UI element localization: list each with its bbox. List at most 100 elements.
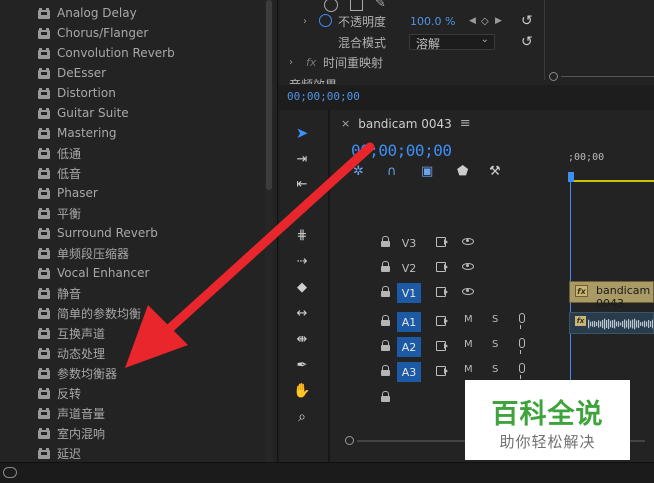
- effect-item[interactable]: Surround Reverb: [0, 223, 264, 243]
- blend-mode-select[interactable]: 溶解 ⌄: [409, 34, 495, 51]
- track-name[interactable]: V2: [397, 258, 421, 278]
- toggle-sync-icon[interactable]: [436, 340, 448, 351]
- stopwatch-icon[interactable]: [319, 14, 332, 27]
- toggle-sync-icon[interactable]: [436, 286, 448, 297]
- effect-item[interactable]: 简单的参数均衡: [0, 303, 264, 323]
- linked-selection-icon[interactable]: ▣: [421, 164, 433, 179]
- playhead-handle[interactable]: [568, 172, 574, 182]
- add-marker-icon[interactable]: ⬟: [457, 164, 468, 179]
- mute-button[interactable]: M: [464, 314, 473, 325]
- snap-magnet-icon[interactable]: ∩: [387, 164, 397, 179]
- ec-scroll-handle[interactable]: [549, 72, 558, 81]
- reset-icon[interactable]: ↺: [521, 13, 533, 29]
- eye-icon[interactable]: [462, 288, 474, 295]
- rectangle-mask-icon[interactable]: [350, 0, 363, 11]
- eye-icon[interactable]: [462, 238, 474, 245]
- effects-scrollbar[interactable]: [265, 0, 273, 462]
- work-area-bar[interactable]: [568, 180, 654, 182]
- track-name[interactable]: A2: [397, 337, 421, 357]
- next-keyframe-icon[interactable]: ▶: [495, 16, 502, 26]
- timeline-timecode[interactable]: 00;00;00;00: [351, 141, 452, 160]
- microphone-icon[interactable]: [519, 338, 525, 354]
- track-select-tool-icon[interactable]: ⇥: [292, 149, 312, 169]
- effect-item[interactable]: Phaser: [0, 183, 264, 203]
- effect-item[interactable]: 互换声道: [0, 323, 264, 343]
- lock-icon[interactable]: [381, 261, 390, 272]
- razor-tool-icon[interactable]: ◆: [292, 277, 312, 297]
- effect-item[interactable]: Mastering: [0, 123, 264, 143]
- effect-item[interactable]: 平衡: [0, 203, 264, 223]
- effect-item[interactable]: 静音: [0, 283, 264, 303]
- effect-item[interactable]: Chorus/Flanger: [0, 23, 264, 43]
- rolling-edit-tool-icon[interactable]: ⇔: [292, 200, 312, 220]
- lock-icon[interactable]: [381, 340, 390, 351]
- hand-tool-icon[interactable]: ✋: [292, 381, 312, 401]
- prev-keyframe-icon[interactable]: ◀: [469, 16, 476, 26]
- solo-button[interactable]: S: [492, 339, 498, 350]
- toggle-sync-icon[interactable]: [436, 365, 448, 376]
- expand-chevron-icon[interactable]: ›: [289, 57, 293, 68]
- slide-tool-icon[interactable]: ↔: [292, 303, 312, 323]
- pen-mask-icon[interactable]: ✎: [375, 0, 386, 11]
- panel-menu-icon[interactable]: ≡: [460, 116, 471, 131]
- solo-button[interactable]: S: [492, 314, 498, 325]
- eye-icon[interactable]: [462, 263, 474, 270]
- effect-item[interactable]: 低通: [0, 143, 264, 163]
- sequence-tab[interactable]: × bandicam 0043 ≡: [341, 116, 471, 131]
- effects-scroll-thumb[interactable]: [266, 0, 272, 190]
- nest-sequence-icon[interactable]: ✲: [353, 164, 364, 179]
- effect-item[interactable]: 反转: [0, 383, 264, 403]
- ec-horizontal-scrollbar[interactable]: [549, 72, 654, 82]
- creative-cloud-icon[interactable]: [3, 467, 17, 478]
- effect-item[interactable]: 室内混响: [0, 423, 264, 443]
- effect-item[interactable]: Vocal Enhancer: [0, 263, 264, 283]
- audio-track-header: A1 M S: [331, 310, 568, 334]
- microphone-icon[interactable]: [519, 313, 525, 329]
- opacity-value[interactable]: 100.0 %: [410, 15, 455, 28]
- lock-icon[interactable]: [381, 365, 390, 376]
- effect-item[interactable]: 延迟: [0, 443, 264, 462]
- pen-tool-icon[interactable]: ✒: [292, 355, 312, 375]
- timeline-scroll-handle[interactable]: [345, 436, 354, 445]
- video-clip[interactable]: fx bandicam 0043: [569, 281, 654, 310]
- lock-icon[interactable]: [381, 236, 390, 247]
- time-ruler[interactable]: ;00;00: [568, 148, 654, 184]
- mute-button[interactable]: M: [464, 339, 473, 350]
- lock-icon[interactable]: [381, 391, 390, 402]
- wrench-settings-icon[interactable]: ⚒: [489, 164, 501, 179]
- time-remap-row[interactable]: › fx 时间重映射: [279, 52, 549, 72]
- track-name[interactable]: V1: [397, 283, 421, 303]
- audio-clip[interactable]: fx: [569, 312, 654, 334]
- microphone-icon[interactable]: [519, 363, 525, 379]
- zoom-tool-icon[interactable]: ⌕: [292, 407, 312, 427]
- selection-tool-icon[interactable]: ➤: [292, 123, 312, 143]
- toggle-sync-icon[interactable]: [436, 261, 448, 272]
- track-name[interactable]: A1: [397, 312, 421, 332]
- add-keyframe-icon[interactable]: ◇: [481, 16, 489, 27]
- expand-chevron-icon[interactable]: ›: [303, 16, 307, 27]
- solo-button[interactable]: S: [492, 364, 498, 375]
- toggle-sync-icon[interactable]: [436, 236, 448, 247]
- mute-button[interactable]: M: [464, 364, 473, 375]
- effect-item[interactable]: Convolution Reverb: [0, 43, 264, 63]
- lock-icon[interactable]: [381, 286, 390, 297]
- slip-tool-icon[interactable]: ⇢: [292, 251, 312, 271]
- track-name[interactable]: A3: [397, 362, 421, 382]
- effect-item[interactable]: 低音: [0, 163, 264, 183]
- effect-item[interactable]: 参数均衡器: [0, 363, 264, 383]
- effect-item[interactable]: Guitar Suite: [0, 103, 264, 123]
- slide-arrows-tool-icon[interactable]: ⇼: [292, 329, 312, 349]
- ripple-edit-tool-icon[interactable]: ⇤: [292, 174, 312, 194]
- effect-item[interactable]: 单频段压缩器: [0, 243, 264, 263]
- toggle-sync-icon[interactable]: [436, 315, 448, 326]
- effect-item[interactable]: Distortion: [0, 83, 264, 103]
- lock-icon[interactable]: [381, 315, 390, 326]
- effect-item[interactable]: 动态处理: [0, 343, 264, 363]
- track-name[interactable]: V3: [397, 233, 421, 253]
- reset-blend-icon[interactable]: ↺: [521, 34, 533, 50]
- close-icon[interactable]: ×: [341, 117, 350, 130]
- rate-stretch-tool-icon[interactable]: ⋕: [292, 225, 312, 245]
- effect-item[interactable]: 声道音量: [0, 403, 264, 423]
- effect-item[interactable]: DeEsser: [0, 63, 264, 83]
- effect-item[interactable]: Analog Delay: [0, 3, 264, 23]
